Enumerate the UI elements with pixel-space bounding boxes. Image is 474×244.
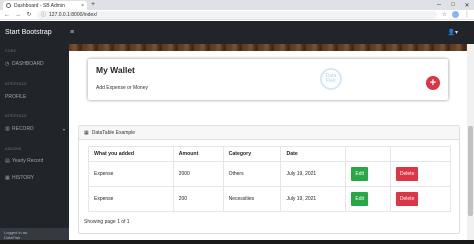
scrollbar-thumb[interactable] [468,126,473,216]
cell-delete: Delete [390,186,451,212]
cell-delete: Delete [390,161,451,187]
browser-menu-icon[interactable]: ⋮ [464,11,470,18]
minimize-icon[interactable]: ─ [432,0,446,10]
column-header-delete [390,146,451,162]
cell-what: Expense [88,186,174,212]
table-row: Expense 200 Necessities July 19, 2021 Ed… [88,186,451,212]
profile-icon[interactable] [452,11,459,18]
paging-info: Showing page 1 of 1 [84,219,130,225]
forward-icon[interactable]: → [15,12,21,18]
wallet-card: My Wallet Add Expense or Money Data Flai… [88,59,448,100]
sidebar-item-label: Yearly Record [12,158,44,164]
dashboard-icon: ◷ [5,61,10,67]
cell-edit: Edit [345,186,392,212]
info-icon: ⓘ [41,12,47,18]
column-header-amount: Amount [172,146,224,162]
tab-title: Dashboard - SB Admin [14,2,65,9]
column-header-date: Date [280,146,347,162]
os-taskbar [0,240,474,244]
sidebar-item-profile[interactable]: PROFILE [5,94,26,100]
cell-amount: 200 [172,186,224,212]
page-scrollbar[interactable] [467,44,474,244]
browser-tab[interactable]: Dashboard - SB Admin × [3,1,87,10]
sidebar-heading-core: CORE [5,49,17,53]
back-icon[interactable]: ← [4,12,10,18]
cell-what: Expense [88,161,174,187]
url-text: 127.0.0.1:8000/index/ [49,11,98,18]
chart-icon: ▤ [5,158,10,164]
sidebar-item-label: DASHBOARD [12,61,44,67]
edit-button[interactable]: Edit [351,192,369,206]
close-tab-icon[interactable]: × [81,3,84,9]
window-close-icon[interactable]: ✕ [460,0,474,10]
card-header: ▦ DataTable Example [79,126,459,140]
url-field[interactable]: ⓘ 127.0.0.1:8000/index/ [37,10,437,19]
header-image [69,44,467,51]
globe-icon [6,3,11,8]
new-tab-button[interactable]: + [91,1,95,9]
cell-edit: Edit [345,161,392,187]
sidebar-item-label: PROFILE [5,94,27,100]
cell-date: July 19, 2021 [280,186,347,212]
sidebar-item-label: RECORD [12,126,34,132]
expense-table: What you added Amount Category Date Expe… [88,146,451,212]
table-header-row: What you added Amount Category Date [88,146,451,162]
sidebar-heading-interface: INTERFACE [5,82,27,86]
app-top-nav: Start Bootstrap ≡ 👤▾ [0,21,474,44]
browser-tab-strip: Dashboard - SB Admin × + ─ □ ✕ [0,0,474,10]
wallet-title: My Wallet [96,65,135,75]
table-row: Expense 2000 Others July 19, 2021 Edit D… [88,161,451,187]
bookmark-star-icon[interactable]: ☆ [442,11,447,18]
cell-date: July 19, 2021 [280,161,347,187]
column-header-what: What you added [88,146,174,162]
sidebar-heading-interface-2: INTERFACE [5,114,27,118]
table-icon: ▦ [5,175,10,181]
wallet-subtitle: Add Expense or Money [96,85,148,91]
sidebar-item-label: HISTORY [12,175,35,181]
sidebar-item-dashboard[interactable]: ◷ DASHBOARD [5,61,44,67]
delete-button[interactable]: Delete [396,192,419,206]
watermark-logo: Data Flair [320,68,342,90]
cell-amount: 2000 [172,161,224,187]
sidebar: CORE ◷ DASHBOARD INTERFACE PROFILE INTER… [0,44,69,244]
cell-category: Others [222,161,282,187]
sidebar-item-history[interactable]: ▦ HISTORY [5,175,34,181]
card-header-title: DataTable Example [91,129,136,136]
table-icon: ▦ [84,129,89,136]
column-header-edit [345,146,392,162]
chevron-down-icon: ▾ [63,126,66,132]
column-header-category: Category [222,146,282,162]
datatable-card: ▦ DataTable Example What you added Amoun… [78,125,460,234]
cell-category: Necessities [222,186,282,212]
brand-link[interactable]: Start Bootstrap [0,29,68,36]
address-bar-row: ← → ↻ ⓘ 127.0.0.1:8000/index/ ☆ ⋮ [0,10,474,20]
sidebar-toggle-icon[interactable]: ≡ [70,29,74,36]
user-menu-icon[interactable]: 👤▾ [448,29,458,36]
columns-icon: ▥ [5,126,10,132]
maximize-icon[interactable]: □ [446,0,460,10]
sidebar-item-record[interactable]: ▥ RECORD ▾ [5,126,65,132]
delete-button[interactable]: Delete [396,167,419,181]
reload-icon[interactable]: ↻ [26,11,32,18]
add-expense-button[interactable]: + [426,76,440,90]
sidebar-item-yearly-record[interactable]: ▤ Yearly Record [5,158,43,164]
sidebar-heading-addons: ADDONS [5,147,22,151]
edit-button[interactable]: Edit [351,167,369,181]
